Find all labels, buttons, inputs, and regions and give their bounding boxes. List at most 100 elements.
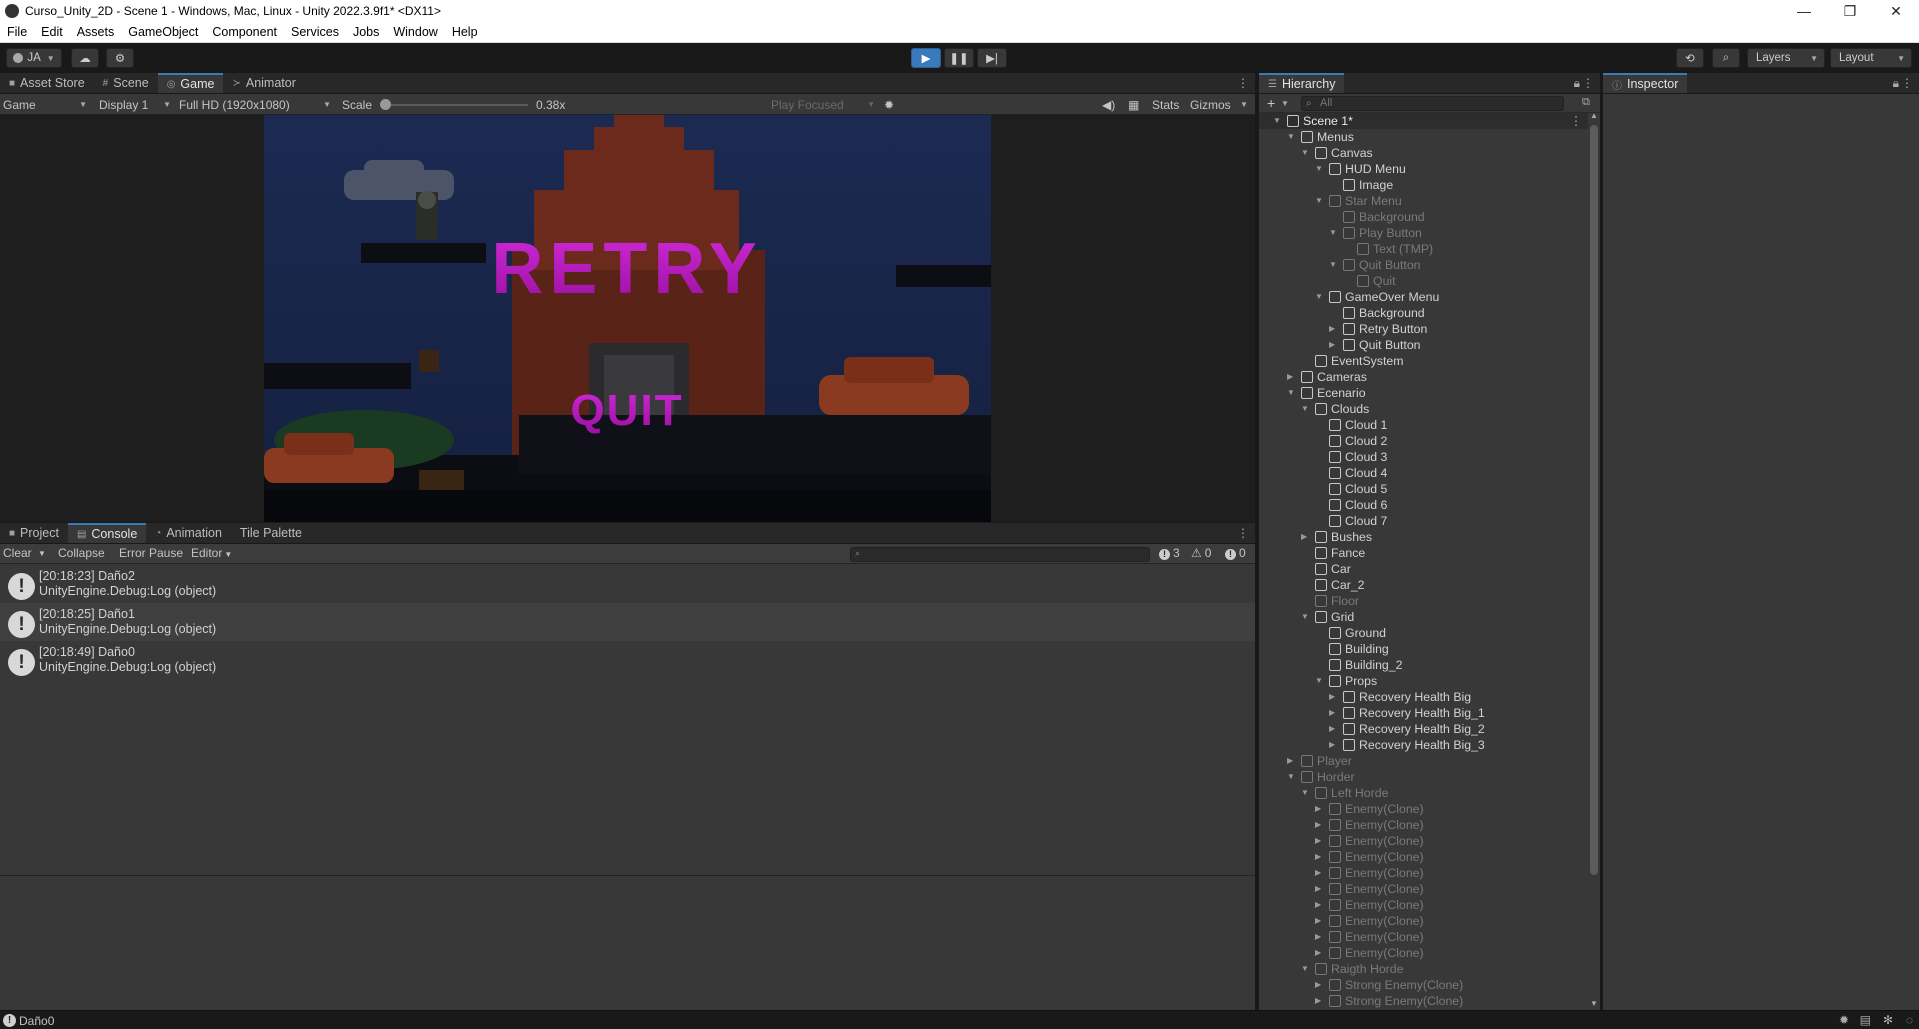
collapse-arrow-icon[interactable]: ▶ bbox=[1315, 881, 1325, 897]
more-options-icon[interactable]: ⋮ bbox=[1582, 76, 1594, 90]
chevron-down-icon[interactable]: ▼ bbox=[38, 549, 46, 558]
hierarchy-item[interactable]: ▶ Bushes bbox=[1259, 529, 1588, 545]
collapse-arrow-icon[interactable]: ▶ bbox=[1329, 337, 1339, 353]
hierarchy-item[interactable]: ▶ Enemy(Clone) bbox=[1259, 817, 1588, 833]
hierarchy-scrollbar[interactable]: ▲ ▼ bbox=[1588, 111, 1600, 1010]
chevron-down-icon[interactable]: ▼ bbox=[1240, 96, 1248, 113]
expand-arrow-icon[interactable]: ▼ bbox=[1287, 129, 1297, 145]
cloud-button[interactable]: ☁ bbox=[71, 48, 99, 68]
collapse-arrow-icon[interactable]: ▶ bbox=[1315, 913, 1325, 929]
error-pause-button[interactable]: Error Pause bbox=[119, 546, 183, 560]
console-log-entry[interactable]: ! [20:18:25] Daño1 UnityEngine.Debug:Log… bbox=[0, 603, 1255, 641]
hierarchy-item[interactable]: ▼ Quit Button bbox=[1259, 257, 1588, 273]
menu-help[interactable]: Help bbox=[445, 25, 485, 39]
collapse-arrow-icon[interactable]: ▶ bbox=[1315, 865, 1325, 881]
menu-component[interactable]: Component bbox=[205, 25, 284, 39]
chevron-down-icon[interactable]: ▼ bbox=[1281, 99, 1289, 108]
more-options-icon[interactable]: ⋮ bbox=[1237, 76, 1249, 90]
collapse-arrow-icon[interactable]: ▶ bbox=[1315, 897, 1325, 913]
hierarchy-item[interactable]: ▼ Ecenario bbox=[1259, 385, 1588, 401]
warning-count-toggle[interactable]: ⚠ 0 bbox=[1191, 546, 1211, 560]
layout-dropdown[interactable]: Layout ▼ bbox=[1830, 48, 1912, 68]
slider-thumb[interactable] bbox=[380, 99, 391, 110]
hierarchy-item[interactable]: Ground bbox=[1259, 625, 1588, 641]
hierarchy-item[interactable]: ▶ Cameras bbox=[1259, 369, 1588, 385]
tab-console[interactable]: ▤ Console bbox=[67, 523, 147, 543]
expand-arrow-icon[interactable]: ▼ bbox=[1315, 161, 1325, 177]
close-button[interactable]: ✕ bbox=[1873, 0, 1919, 22]
hierarchy-item[interactable]: Car bbox=[1259, 561, 1588, 577]
hierarchy-item[interactable]: Cloud 3 bbox=[1259, 449, 1588, 465]
expand-arrow-icon[interactable]: ▼ bbox=[1329, 225, 1339, 241]
bug-icon[interactable]: ✹ bbox=[884, 96, 894, 113]
expand-arrow-icon[interactable]: ▼ bbox=[1315, 289, 1325, 305]
console-log-entry[interactable]: ! [20:18:49] Daño0 UnityEngine.Debug:Log… bbox=[0, 641, 1255, 679]
hierarchy-item[interactable]: Quit bbox=[1259, 273, 1588, 289]
hierarchy-item[interactable]: ▼ Star Menu bbox=[1259, 193, 1588, 209]
hierarchy-item[interactable]: EventSystem bbox=[1259, 353, 1588, 369]
hierarchy-search-input[interactable]: ⌕ All bbox=[1301, 96, 1564, 111]
debug-icon[interactable]: ✹ bbox=[1839, 1013, 1849, 1027]
tab-animator[interactable]: ≻ Animator bbox=[223, 73, 304, 93]
hierarchy-item[interactable]: ▼ GameOver Menu bbox=[1259, 289, 1588, 305]
hierarchy-item[interactable]: ▶ Recovery Health Big_1 bbox=[1259, 705, 1588, 721]
collapse-arrow-icon[interactable]: ▶ bbox=[1315, 801, 1325, 817]
editor-dropdown[interactable]: Editor ▼ bbox=[191, 546, 232, 560]
network-icon[interactable]: ✻ bbox=[1883, 1013, 1893, 1027]
hierarchy-scene-row[interactable]: ▼ Scene 1* ⋮ bbox=[1259, 113, 1588, 129]
game-viewport[interactable]: RETRY QUIT bbox=[264, 115, 991, 522]
hierarchy-item[interactable]: Background bbox=[1259, 305, 1588, 321]
expand-arrow-icon[interactable]: ▼ bbox=[1301, 785, 1311, 801]
history-button[interactable]: ⟲ bbox=[1676, 48, 1704, 68]
lock-icon[interactable]: 🔒︎ bbox=[1893, 76, 1899, 91]
hierarchy-item[interactable]: Car_2 bbox=[1259, 577, 1588, 593]
collapse-arrow-icon[interactable]: ▶ bbox=[1329, 705, 1339, 721]
expand-arrow-icon[interactable]: ▼ bbox=[1301, 609, 1311, 625]
tab-animation[interactable]: ◔ Animation bbox=[146, 523, 231, 543]
aspect-grid-icon[interactable]: ▦ bbox=[1128, 96, 1139, 113]
hierarchy-item[interactable]: ▼ Canvas bbox=[1259, 145, 1588, 161]
tab-hierarchy[interactable]: ☰ Hierarchy bbox=[1259, 73, 1345, 93]
hierarchy-item[interactable]: ▶ Enemy(Clone) bbox=[1259, 833, 1588, 849]
expand-arrow-icon[interactable]: ▼ bbox=[1287, 769, 1297, 785]
expand-arrow-icon[interactable]: ▼ bbox=[1301, 401, 1311, 417]
collapse-arrow-icon[interactable]: ▶ bbox=[1301, 529, 1311, 545]
hierarchy-item[interactable]: Cloud 6 bbox=[1259, 497, 1588, 513]
account-dropdown[interactable]: JA ▼ bbox=[6, 48, 62, 68]
game-mode-dropdown[interactable]: Game ▼ bbox=[3, 96, 87, 113]
error-count-toggle[interactable]: ! 0 bbox=[1225, 546, 1246, 560]
hierarchy-item[interactable]: ▶ Recovery Health Big bbox=[1259, 689, 1588, 705]
collapse-arrow-icon[interactable]: ▶ bbox=[1329, 321, 1339, 337]
expand-arrow-icon[interactable]: ▼ bbox=[1301, 145, 1311, 161]
step-button[interactable]: ▶| bbox=[977, 48, 1007, 68]
pause-button[interactable]: ❚❚ bbox=[944, 48, 974, 68]
hierarchy-item[interactable]: ▶ Enemy(Clone) bbox=[1259, 881, 1588, 897]
expand-arrow-icon[interactable]: ▼ bbox=[1287, 385, 1297, 401]
scroll-up-icon[interactable]: ▲ bbox=[1590, 111, 1598, 120]
hierarchy-item[interactable]: ▶ Quit Button bbox=[1259, 337, 1588, 353]
menu-assets[interactable]: Assets bbox=[70, 25, 122, 39]
expand-arrow-icon[interactable]: ▼ bbox=[1329, 257, 1339, 273]
play-mode-dropdown[interactable]: Play Focused ▼ bbox=[771, 96, 875, 113]
add-icon[interactable]: + bbox=[1267, 95, 1275, 111]
quit-text[interactable]: QUIT bbox=[570, 386, 683, 435]
scroll-down-icon[interactable]: ▼ bbox=[1590, 999, 1598, 1008]
collapse-arrow-icon[interactable]: ▶ bbox=[1315, 929, 1325, 945]
tab-inspector[interactable]: ⓘ Inspector bbox=[1603, 73, 1688, 93]
collapse-arrow-icon[interactable]: ▶ bbox=[1315, 977, 1325, 993]
cache-icon[interactable]: ▤ bbox=[1860, 1013, 1871, 1027]
progress-icon[interactable]: ◌ bbox=[1906, 1013, 1913, 1027]
clear-button[interactable]: Clear bbox=[3, 546, 32, 560]
display-dropdown[interactable]: Display 1 ▼ bbox=[99, 96, 171, 113]
collapse-arrow-icon[interactable]: ▶ bbox=[1329, 721, 1339, 737]
hierarchy-item[interactable]: ▶ Recovery Health Big_3 bbox=[1259, 737, 1588, 753]
tab-project[interactable]: ■ Project bbox=[0, 523, 68, 543]
hierarchy-item[interactable]: ▼ Raigth Horde bbox=[1259, 961, 1588, 977]
scene-options-icon[interactable]: ⋮ bbox=[1570, 113, 1582, 129]
menu-jobs[interactable]: Jobs bbox=[346, 25, 386, 39]
hierarchy-item[interactable]: ▶ Enemy(Clone) bbox=[1259, 913, 1588, 929]
hierarchy-item[interactable]: ▶ Strong Enemy(Clone) bbox=[1259, 977, 1588, 993]
play-button[interactable]: ▶ bbox=[911, 48, 941, 68]
tab-scene[interactable]: # Scene bbox=[94, 73, 158, 93]
hierarchy-item[interactable]: ▼ Left Horde bbox=[1259, 785, 1588, 801]
